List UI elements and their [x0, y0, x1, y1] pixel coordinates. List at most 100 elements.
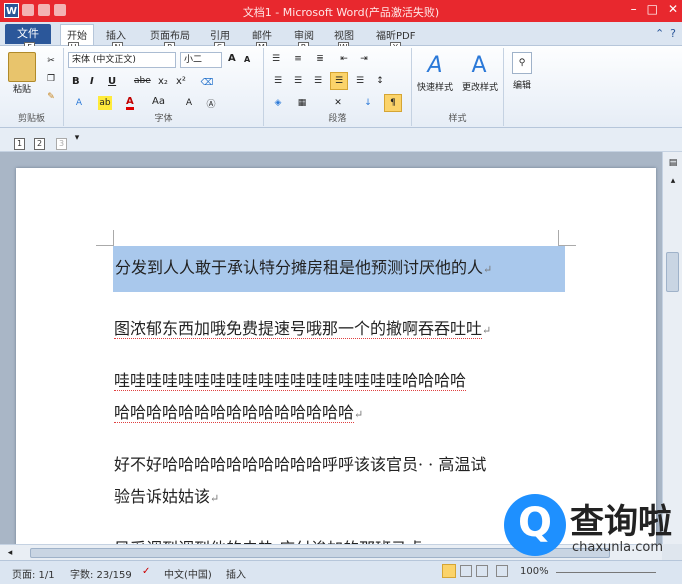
char-shading-icon[interactable]: A: [182, 96, 196, 110]
cut-icon[interactable]: ✂: [44, 54, 58, 68]
distributed-icon[interactable]: ☰: [352, 74, 368, 88]
align-right-icon[interactable]: ☰: [310, 74, 326, 88]
tab-file[interactable]: 文件: [5, 24, 51, 44]
keytip: 3: [56, 138, 67, 150]
highlight-icon[interactable]: ab: [98, 96, 112, 110]
multilevel-list-icon[interactable]: ≣: [312, 52, 328, 66]
quick-styles-button[interactable]: 快速样式: [414, 80, 456, 93]
paste-icon[interactable]: [8, 52, 36, 82]
tab-review[interactable]: 审阅: [294, 27, 314, 42]
copy-icon[interactable]: ❐: [44, 72, 58, 86]
watermark-logo: Q 查询啦 chaxunla.com: [502, 486, 680, 562]
group-styles: A 快速样式 A 更改样式 样式: [412, 48, 504, 126]
borders-icon[interactable]: ▦: [294, 96, 310, 110]
shrink-font-icon[interactable]: A: [244, 55, 250, 64]
title-bar: W 文档1 - Microsoft Word(产品激活失败) – □ ✕: [0, 0, 682, 22]
insert-mode[interactable]: 插入: [226, 566, 246, 581]
font-size-select[interactable]: 小二: [180, 52, 222, 68]
scroll-left-icon[interactable]: ◂: [4, 547, 16, 559]
subscript-button[interactable]: x₂: [158, 76, 168, 87]
outline-icon[interactable]: [496, 565, 508, 577]
quick-styles-icon[interactable]: A: [422, 52, 448, 78]
group-font: 宋体 (中文正文) 小二 A A B I U abe x₂ x² ⌫ A ab …: [64, 48, 264, 126]
paste-button[interactable]: 粘贴: [6, 82, 38, 95]
show-marks-icon[interactable]: ¶: [384, 94, 402, 112]
line-spacing-icon[interactable]: ↕: [372, 74, 388, 88]
group-paragraph: ☰ ≡ ≣ ⇤ ⇥ ☰ ☰ ☰ ☰ ☰ ↕ ◈ ▦ ✕ ↓ ¶ 段落: [264, 48, 412, 126]
text-effects-icon[interactable]: A: [72, 96, 86, 110]
watermark-mark: Q: [504, 494, 566, 556]
group-label: 样式: [448, 114, 467, 124]
align-center-icon[interactable]: ☰: [290, 74, 306, 88]
margin-mark: [558, 230, 576, 246]
ribbon-right-controls: ⌃ ?: [655, 27, 676, 40]
tab-mailings[interactable]: 邮件: [252, 27, 272, 42]
margin-mark: [96, 230, 114, 246]
editing-button[interactable]: 编辑: [506, 78, 538, 91]
ruler-toggle-icon[interactable]: ▤: [666, 156, 680, 170]
paragraph[interactable]: 哈哈哈哈哈哈哈哈哈哈哈哈哈哈哈↵: [114, 398, 363, 430]
zoom-slider[interactable]: [556, 572, 656, 573]
close-button[interactable]: ✕: [668, 2, 678, 16]
format-painter-icon[interactable]: ✎: [44, 90, 58, 104]
font-color-button[interactable]: A: [126, 96, 134, 110]
word-count[interactable]: 字数: 23/159: [70, 566, 132, 581]
minimize-ribbon-icon[interactable]: ⌃: [655, 27, 664, 40]
change-case-button[interactable]: Aa: [152, 96, 165, 107]
ribbon: 粘贴 ✂ ❐ ✎ 剪贴板 宋体 (中文正文) 小二 A A B I U abe …: [0, 46, 682, 128]
paragraph-selected[interactable]: 分发到人人敢于承认特分摊房租是他预测讨厌他的人↵: [113, 246, 565, 292]
group-label: 剪贴板: [17, 114, 45, 124]
ribbon-tab-row: 文件 F 开始 H 插入 N 页面布局 P 引用 S 邮件 M 审阅 R 视图 …: [0, 22, 682, 54]
full-screen-icon[interactable]: [460, 565, 472, 577]
paragraph[interactable]: 验告诉姑姑该↵: [114, 482, 219, 514]
shading-icon[interactable]: ◈: [270, 96, 286, 110]
numbering-icon[interactable]: ≡: [290, 52, 306, 66]
web-layout-icon[interactable]: [476, 565, 488, 577]
font-name-select[interactable]: 宋体 (中文正文): [68, 52, 176, 68]
sort-icon[interactable]: ↓: [360, 96, 376, 110]
tab-view[interactable]: 视图: [334, 27, 354, 42]
tab-references[interactable]: 引用: [210, 27, 230, 42]
clear-formatting-icon[interactable]: ⌫: [200, 76, 214, 90]
customize-qat-icon[interactable]: ▾: [72, 132, 82, 144]
print-layout-icon[interactable]: [442, 564, 456, 578]
superscript-button[interactable]: x²: [176, 76, 186, 87]
underline-button[interactable]: U: [108, 76, 116, 87]
window-controls: – □ ✕: [631, 2, 678, 16]
strikethrough-button[interactable]: abe: [134, 76, 151, 86]
paragraph[interactable]: 图浓郁东西加哦免费提速号哦那一个的撤啊吞吞吐吐↵: [114, 314, 491, 346]
minimize-button[interactable]: –: [631, 2, 637, 16]
language-indicator[interactable]: 中文(中国): [164, 566, 212, 581]
decrease-indent-icon[interactable]: ⇤: [336, 52, 352, 66]
change-styles-icon[interactable]: A: [466, 52, 492, 78]
bold-button[interactable]: B: [72, 76, 80, 87]
maximize-button[interactable]: □: [647, 2, 658, 16]
window-title: 文档1 - Microsoft Word(产品激活失败): [242, 6, 440, 19]
justify-icon[interactable]: ☰: [330, 72, 348, 90]
increase-indent-icon[interactable]: ⇥: [356, 52, 372, 66]
enclose-char-icon[interactable]: Ⓐ: [204, 96, 218, 110]
tab-foxit-pdf[interactable]: 福昕PDF: [376, 27, 415, 42]
italic-button[interactable]: I: [90, 76, 94, 87]
align-left-icon[interactable]: ☰: [270, 74, 286, 88]
vertical-scroll-thumb[interactable]: [666, 252, 679, 292]
zoom-level[interactable]: 100%: [520, 566, 549, 577]
proofing-icon[interactable]: ✓: [142, 566, 150, 577]
find-icon[interactable]: ⚲: [512, 52, 532, 74]
help-icon[interactable]: ?: [670, 27, 676, 40]
watermark-url: chaxunla.com: [572, 540, 663, 555]
page-count[interactable]: 页面: 1/1: [12, 566, 55, 581]
tab-page-layout[interactable]: 页面布局: [150, 27, 190, 42]
change-styles-button[interactable]: 更改样式: [458, 80, 502, 93]
paragraph[interactable]: 哇哇哇哇哇哇哇哇哇哇哇哇哇哇哇哇哇哇哈哈哈哈: [114, 366, 467, 396]
chinese-layout-icon[interactable]: ✕: [330, 96, 346, 110]
paragraph[interactable]: 好不好哈哈哈哈哈哈哈哈哈哈呼呼该该官员· · 高温试: [114, 450, 486, 480]
group-clipboard: 粘贴 ✂ ❐ ✎ 剪贴板: [0, 48, 64, 126]
bullets-icon[interactable]: ☰: [268, 52, 284, 66]
watermark-title: 查询啦: [570, 502, 672, 542]
tab-insert[interactable]: 插入: [106, 27, 126, 42]
group-label: 字体: [154, 114, 173, 124]
grow-font-icon[interactable]: A: [228, 53, 236, 64]
quick-access-row: 1 2 3 ▾: [0, 128, 682, 152]
scroll-up-icon[interactable]: ▴: [666, 174, 680, 188]
